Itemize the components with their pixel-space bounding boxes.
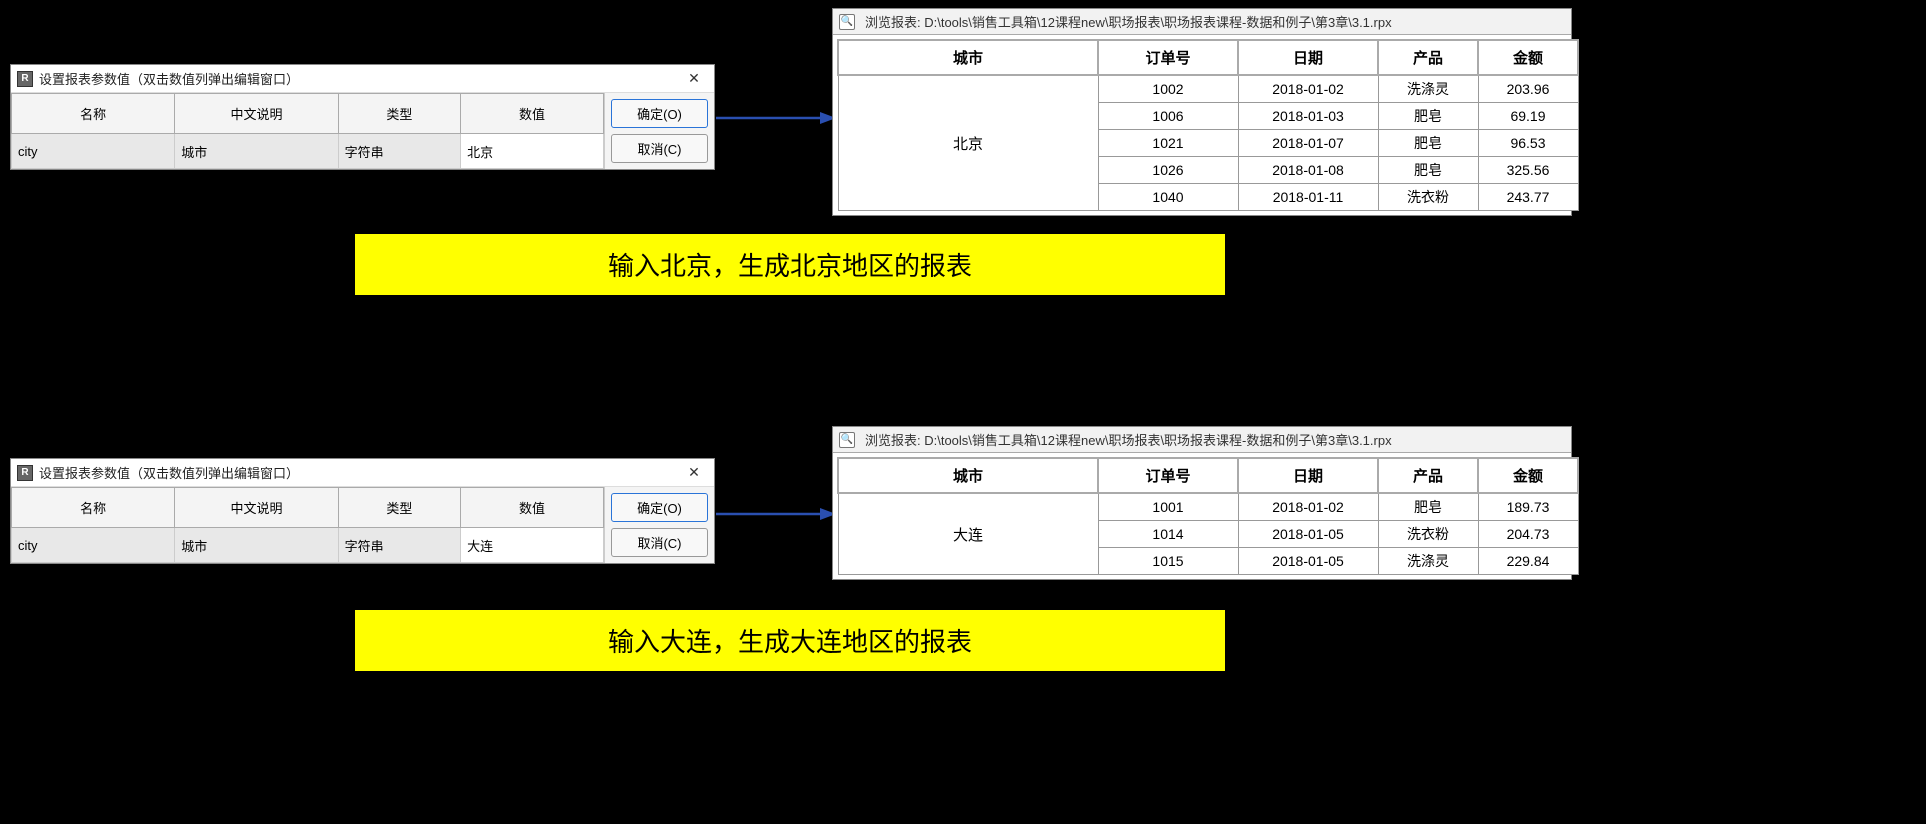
cell-order: 1001 [1098,493,1238,521]
dialog-titlebar[interactable]: R 设置报表参数值（双击数值列弹出编辑窗口） ✕ [11,65,714,93]
cell-date: 2018-01-05 [1238,548,1378,575]
cell-name: city [12,528,175,563]
arrow-icon [716,108,836,128]
cell-date: 2018-01-02 [1238,493,1378,521]
close-icon[interactable]: ✕ [680,463,708,483]
col-type: 类型 [338,488,460,528]
col-name: 名称 [12,94,175,134]
dialog-button-panel: 确定(O) 取消(C) [604,487,714,563]
cell-product: 洗涤灵 [1378,548,1478,575]
preview-icon: 🔍 [839,432,855,448]
cell-value[interactable]: 大连 [461,528,604,563]
cell-desc: 城市 [175,134,338,169]
cell-amount: 203.96 [1478,75,1578,103]
ok-button[interactable]: 确定(O) [611,493,708,522]
col-amount: 金额 [1478,458,1578,493]
cell-product: 肥皂 [1378,130,1478,157]
report-titlebar[interactable]: 🔍 浏览报表: D:\tools\销售工具箱\12课程new\职场报表\职场报表… [833,427,1571,453]
table-row: 北京 1002 2018-01-02 洗涤灵 203.96 [838,75,1578,103]
cell-date: 2018-01-08 [1238,157,1378,184]
report-titlebar[interactable]: 🔍 浏览报表: D:\tools\销售工具箱\12课程new\职场报表\职场报表… [833,9,1571,35]
cell-product: 肥皂 [1378,493,1478,521]
cell-date: 2018-01-07 [1238,130,1378,157]
cell-order: 1015 [1098,548,1238,575]
col-name: 名称 [12,488,175,528]
col-desc: 中文说明 [175,488,338,528]
col-value: 数值 [461,488,604,528]
col-type: 类型 [338,94,460,134]
app-icon: R [17,71,33,87]
col-city: 城市 [838,40,1098,75]
col-date: 日期 [1238,458,1378,493]
col-order: 订单号 [1098,40,1238,75]
dialog-title: 设置报表参数值（双击数值列弹出编辑窗口） [39,463,680,482]
param-grid: 名称 中文说明 类型 数值 city 城市 字符串 北京 [11,93,604,169]
cell-city: 北京 [838,75,1098,211]
col-amount: 金额 [1478,40,1578,75]
col-value: 数值 [461,94,604,134]
col-product: 产品 [1378,458,1478,493]
arrow-icon [716,504,836,524]
table-row: 大连 1001 2018-01-02 肥皂 189.73 [838,493,1578,521]
param-dialog-dalian: R 设置报表参数值（双击数值列弹出编辑窗口） ✕ 名称 中文说明 类型 数值 c… [10,458,715,564]
cell-date: 2018-01-02 [1238,75,1378,103]
param-grid: 名称 中文说明 类型 数值 city 城市 字符串 大连 [11,487,604,563]
cell-date: 2018-01-05 [1238,521,1378,548]
cell-product: 洗衣粉 [1378,184,1478,211]
cell-amount: 325.56 [1478,157,1578,184]
table-row[interactable]: city 城市 字符串 北京 [12,134,604,169]
cell-product: 洗涤灵 [1378,75,1478,103]
cell-amount: 189.73 [1478,493,1578,521]
cell-value[interactable]: 北京 [461,134,604,169]
cell-name: city [12,134,175,169]
cell-order: 1006 [1098,103,1238,130]
cell-order: 1040 [1098,184,1238,211]
dialog-button-panel: 确定(O) 取消(C) [604,93,714,169]
caption-beijing: 输入北京，生成北京地区的报表 [355,234,1225,295]
cell-product: 肥皂 [1378,157,1478,184]
cell-product: 洗衣粉 [1378,521,1478,548]
cell-desc: 城市 [175,528,338,563]
cell-amount: 204.73 [1478,521,1578,548]
cell-order: 1014 [1098,521,1238,548]
col-order: 订单号 [1098,458,1238,493]
cell-amount: 69.19 [1478,103,1578,130]
cancel-button[interactable]: 取消(C) [611,528,708,557]
cell-type: 字符串 [338,134,460,169]
report-table: 城市 订单号 日期 产品 金额 北京 1002 2018-01-02 洗涤灵 2… [837,39,1579,211]
caption-dalian: 输入大连，生成大连地区的报表 [355,610,1225,671]
report-window-dalian: 🔍 浏览报表: D:\tools\销售工具箱\12课程new\职场报表\职场报表… [832,426,1572,580]
cell-order: 1026 [1098,157,1238,184]
col-date: 日期 [1238,40,1378,75]
cell-amount: 229.84 [1478,548,1578,575]
col-city: 城市 [838,458,1098,493]
report-table: 城市 订单号 日期 产品 金额 大连 1001 2018-01-02 肥皂 18… [837,457,1579,575]
col-product: 产品 [1378,40,1478,75]
cell-product: 肥皂 [1378,103,1478,130]
cancel-button[interactable]: 取消(C) [611,134,708,163]
cell-date: 2018-01-03 [1238,103,1378,130]
report-path: 浏览报表: D:\tools\销售工具箱\12课程new\职场报表\职场报表课程… [865,430,1392,449]
cell-order: 1021 [1098,130,1238,157]
cell-amount: 96.53 [1478,130,1578,157]
param-dialog-beijing: R 设置报表参数值（双击数值列弹出编辑窗口） ✕ 名称 中文说明 类型 数值 c… [10,64,715,170]
cell-amount: 243.77 [1478,184,1578,211]
table-row[interactable]: city 城市 字符串 大连 [12,528,604,563]
dialog-titlebar[interactable]: R 设置报表参数值（双击数值列弹出编辑窗口） ✕ [11,459,714,487]
cell-type: 字符串 [338,528,460,563]
col-desc: 中文说明 [175,94,338,134]
report-path: 浏览报表: D:\tools\销售工具箱\12课程new\职场报表\职场报表课程… [865,12,1392,31]
report-window-beijing: 🔍 浏览报表: D:\tools\销售工具箱\12课程new\职场报表\职场报表… [832,8,1572,216]
dialog-title: 设置报表参数值（双击数值列弹出编辑窗口） [39,69,680,88]
cell-city: 大连 [838,493,1098,575]
ok-button[interactable]: 确定(O) [611,99,708,128]
cell-order: 1002 [1098,75,1238,103]
app-icon: R [17,465,33,481]
cell-date: 2018-01-11 [1238,184,1378,211]
preview-icon: 🔍 [839,14,855,30]
close-icon[interactable]: ✕ [680,69,708,89]
